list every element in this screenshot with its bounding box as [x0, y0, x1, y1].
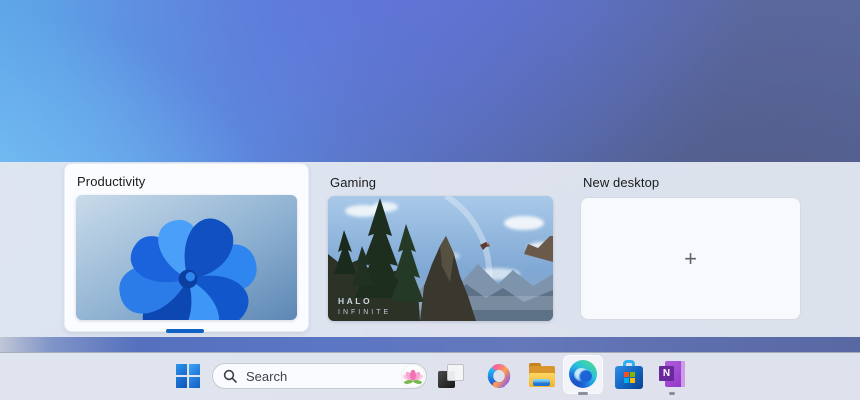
task-view-screen: Productivity Gaming HALO INFINITE New de…	[0, 0, 860, 400]
edge-running-indicator	[578, 392, 588, 395]
search-placeholder: Search	[246, 368, 288, 384]
windows-bloom-wallpaper	[76, 195, 297, 320]
plus-icon: +	[684, 245, 697, 271]
search-input[interactable]: Search	[212, 363, 427, 389]
copilot-icon	[487, 364, 511, 388]
halo-infinite-screenshot: HALO INFINITE	[328, 196, 553, 321]
task-view-button[interactable]	[437, 362, 465, 390]
wallpaper-strip	[0, 337, 860, 352]
desktop-label-productivity[interactable]: Productivity	[77, 174, 145, 189]
file-explorer-button[interactable]	[528, 363, 556, 389]
desktop-thumbnail-productivity[interactable]	[76, 195, 297, 320]
edge-icon	[569, 360, 597, 388]
desktop-label-gaming[interactable]: Gaming	[330, 175, 376, 190]
halo-caption-line2: INFINITE	[338, 309, 391, 316]
search-icon	[223, 369, 237, 383]
onenote-running-indicator	[669, 392, 675, 395]
taskbar	[0, 352, 860, 400]
search-highlight-button[interactable]	[401, 364, 425, 388]
halo-caption-line1: HALO	[338, 296, 372, 306]
selected-desktop-indicator	[166, 329, 204, 333]
windows-logo-icon	[176, 364, 187, 375]
lotus-flower-icon	[402, 369, 424, 384]
onenote-letter: N	[662, 368, 671, 379]
start-button[interactable]	[176, 364, 200, 388]
copilot-button[interactable]	[485, 362, 513, 390]
edge-button[interactable]	[563, 355, 603, 394]
new-desktop-label: New desktop	[583, 175, 660, 190]
microsoft-store-button[interactable]	[615, 360, 643, 390]
desktop-thumbnail-gaming[interactable]: HALO INFINITE	[328, 196, 553, 321]
onenote-button[interactable]: N	[659, 361, 685, 388]
new-desktop-button[interactable]: +	[580, 197, 801, 320]
